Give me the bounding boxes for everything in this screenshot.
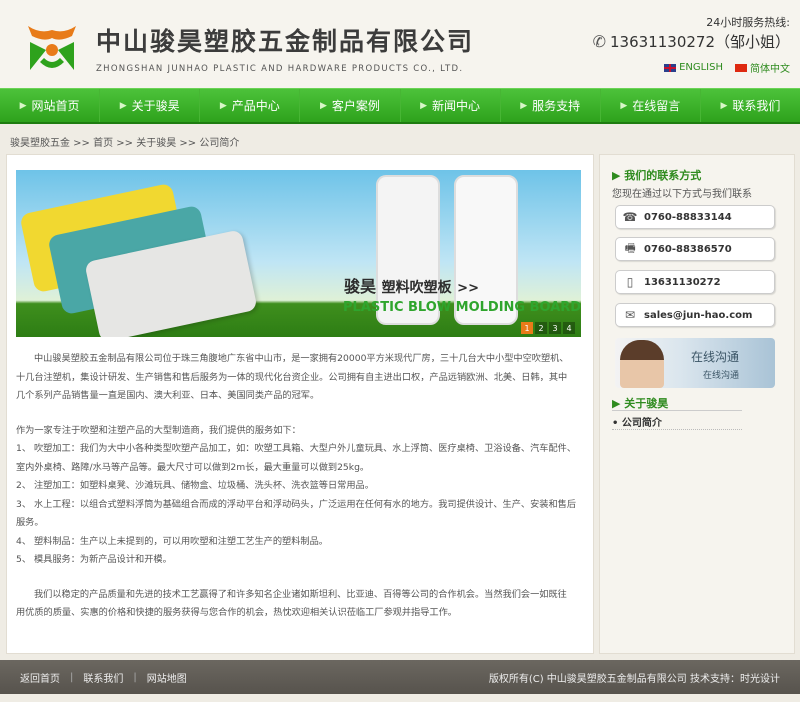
nav-item-label: 服务支持 (532, 99, 581, 113)
email-icon: ✉ (624, 308, 636, 322)
contact-email[interactable]: ✉ sales@jun-hao.com (615, 303, 775, 327)
contact-mobile: ▯ 13631130272 (615, 270, 775, 294)
closing-paragraph: 我们以稳定的产品质量和先进的技术工艺赢得了和许多知名企业诸如斯坦利、比亚迪、百得… (16, 588, 567, 619)
product-banner[interactable]: 骏昊 塑料吹塑板 >> PLASTIC BLOW MOLDING BOARD 1… (16, 170, 581, 337)
hotline: ✆ 13631130272（邹小姐） (593, 30, 790, 52)
about-section-title: ▶ 关于骏昊 (612, 397, 669, 410)
service-item: 3、 水上工程：以组合式塑料浮筒为基础组合而成的浮动平台和浮动码头，广泛运用在任… (16, 498, 577, 529)
nav-arrow-icon: ▶ (720, 100, 728, 111)
online-chat-label: 在线沟通 (691, 350, 740, 364)
nav-item-contact[interactable]: ▶ 联系我们 (701, 89, 800, 122)
breadcrumb[interactable]: 骏昊塑胶五金 >> 首页 >> 关于骏昊 >> 公司简介 (10, 134, 239, 149)
nav-item-products[interactable]: ▶ 产品中心 (200, 89, 301, 122)
uk-flag-icon (664, 63, 677, 72)
contact-subtitle: 您现在通过以下方式与我们联系 (612, 189, 752, 200)
contact-email-text: sales@jun-hao.com (644, 309, 753, 321)
service-item: 1、 吹塑加工：我们为大中小各种类型吹塑产品加工，如：吹塑工具箱、大型户外儿童玩… (16, 443, 577, 473)
contact-phone: ☎ 0760-88833144 (615, 205, 775, 229)
sidebar-link-intro[interactable]: • 公司简介 (612, 414, 662, 429)
company-intro-article: 中山骏昊塑胶五金制品有限公司位于珠三角腹地广东省中山市，是一家拥有20000平方… (16, 350, 576, 623)
nav-item-support[interactable]: ▶ 服务支持 (501, 89, 601, 122)
company-logo[interactable] (20, 12, 84, 76)
banner-title-cn: 骏昊 塑料吹塑板 >> (344, 273, 479, 297)
language-english-label: ENGLISH (679, 62, 723, 73)
banner-brand: 骏昊 (344, 277, 377, 296)
company-name-en: ZHONGSHAN JUNHAO PLASTIC AND HARDWARE PR… (96, 64, 464, 74)
fax-icon: 🖷 (624, 240, 636, 255)
intro-paragraph: 中山骏昊塑胶五金制品有限公司位于珠三角腹地广东省中山市，是一家拥有20000平方… (16, 353, 569, 401)
nav-arrow-icon: ▶ (420, 100, 428, 111)
sidebar: ▶ 我们的联系方式 您现在通过以下方式与我们联系 ☎ 0760-88833144… (599, 154, 795, 654)
nav-arrow-icon: ▶ (620, 100, 628, 111)
nav-item-label: 网站首页 (31, 99, 80, 113)
service-item: 5、 模具服务：为新产品设计和开模。 (16, 554, 172, 565)
nav-arrow-icon: ▶ (520, 100, 528, 111)
contact-title-text: 我们的联系方式 (624, 169, 702, 182)
banner-page-2[interactable]: 2 (535, 322, 547, 334)
footer-links: 返回首页 | 联系我们 | 网站地图 (10, 670, 197, 685)
language-chinese-label: 简体中文 (750, 64, 790, 75)
footer-link-sitemap[interactable]: 网站地图 (137, 670, 197, 685)
nav-item-news[interactable]: ▶ 新闻中心 (401, 89, 501, 122)
banner-pager: 1 2 3 4 (521, 322, 575, 334)
nav-item-label: 联系我们 (732, 99, 781, 113)
service-item: 2、 注塑加工：如塑料桌凳、沙滩玩具、储物盒、垃圾桶、洗头杯、洗衣篮等日常用品。 (16, 480, 374, 491)
telephone-icon: ☎ (622, 210, 638, 224)
contact-fax: 🖷 0760-88386570 (615, 237, 775, 261)
main-content: 骏昊 塑料吹塑板 >> PLASTIC BLOW MOLDING BOARD 1… (6, 154, 594, 654)
online-chat-sub: 在线沟通 (703, 371, 740, 381)
banner-page-3[interactable]: 3 (549, 322, 561, 334)
banner-product: 塑料吹塑板 (381, 280, 452, 296)
contact-fax-text: 0760-88386570 (644, 243, 732, 255)
contact-mobile-text: 13631130272 (644, 276, 721, 288)
nav-arrow-icon: ▶ (19, 100, 27, 111)
nav-item-home[interactable]: ▶ 网站首页 (0, 89, 101, 122)
banner-page-4[interactable]: 4 (563, 322, 575, 334)
language-english-link[interactable]: ENGLISH (664, 60, 723, 75)
company-name-cn: 中山骏昊塑胶五金制品有限公司 (96, 27, 475, 56)
support-agent-hair (620, 340, 664, 360)
banner-arrows: >> (457, 281, 479, 296)
online-chat-banner[interactable]: 在线沟通 在线沟通 (615, 338, 775, 388)
banner-title-en: PLASTIC BLOW MOLDING BOARD (343, 300, 581, 315)
footer-copyright: 版权所有(C) 中山骏昊塑胶五金制品有限公司 技术支持：时光设计 (488, 673, 780, 685)
language-chinese-link[interactable]: 简体中文 (735, 60, 790, 75)
service-item: 4、 塑料制品：生产以上未提到的，可以用吹塑和注塑工艺生产的塑料制品。 (16, 535, 328, 547)
banner-page-1[interactable]: 1 (521, 322, 533, 334)
language-switcher: ENGLISH 简体中文 (664, 60, 790, 75)
hotline-number: 13631130272（邹小姐） (610, 32, 790, 51)
nav-item-label: 产品中心 (231, 99, 280, 113)
header: 中山骏昊塑胶五金制品有限公司 ZHONGSHAN JUNHAO PLASTIC … (0, 0, 800, 88)
nav-item-label: 新闻中心 (432, 99, 481, 113)
mobile-icon: ▯ (626, 275, 634, 289)
contact-phone-text: 0760-88833144 (644, 211, 732, 223)
divider (612, 410, 742, 411)
footer: 返回首页 | 联系我们 | 网站地图 版权所有(C) 中山骏昊塑胶五金制品有限公… (0, 660, 800, 694)
services-intro: 作为一家专注于吹塑和注塑产品的大型制造商，我们提供的服务如下： (16, 424, 301, 436)
nav-item-about[interactable]: ▶ 关于骏昊 (100, 89, 201, 122)
nav-item-cases[interactable]: ▶ 客户案例 (300, 89, 401, 122)
divider (612, 429, 742, 430)
nav-arrow-icon: ▶ (219, 100, 227, 111)
phone-icon: ✆ (592, 31, 607, 51)
nav-item-label: 关于骏昊 (131, 99, 180, 113)
hotline-label: 24小时服务热线: (706, 16, 790, 29)
nav-item-message[interactable]: ▶ 在线留言 (601, 89, 701, 122)
about-title-text: 关于骏昊 (624, 397, 669, 410)
nav-item-label: 客户案例 (331, 99, 380, 113)
intro-link-text: 公司简介 (621, 418, 662, 429)
nav-item-label: 在线留言 (632, 99, 681, 113)
china-flag-icon (735, 63, 747, 72)
nav-arrow-icon: ▶ (119, 100, 127, 111)
main-nav: ▶ 网站首页 ▶ 关于骏昊 ▶ 产品中心 ▶ 客户案例 ▶ 新闻中心 ▶ 服务支持 ▶ 在线留… (0, 88, 800, 124)
footer-link-contact[interactable]: 联系我们 (73, 670, 133, 685)
nav-arrow-icon: ▶ (319, 100, 327, 111)
footer-link-home[interactable]: 返回首页 (10, 670, 70, 685)
contact-title: ▶ 我们的联系方式 (612, 169, 702, 182)
